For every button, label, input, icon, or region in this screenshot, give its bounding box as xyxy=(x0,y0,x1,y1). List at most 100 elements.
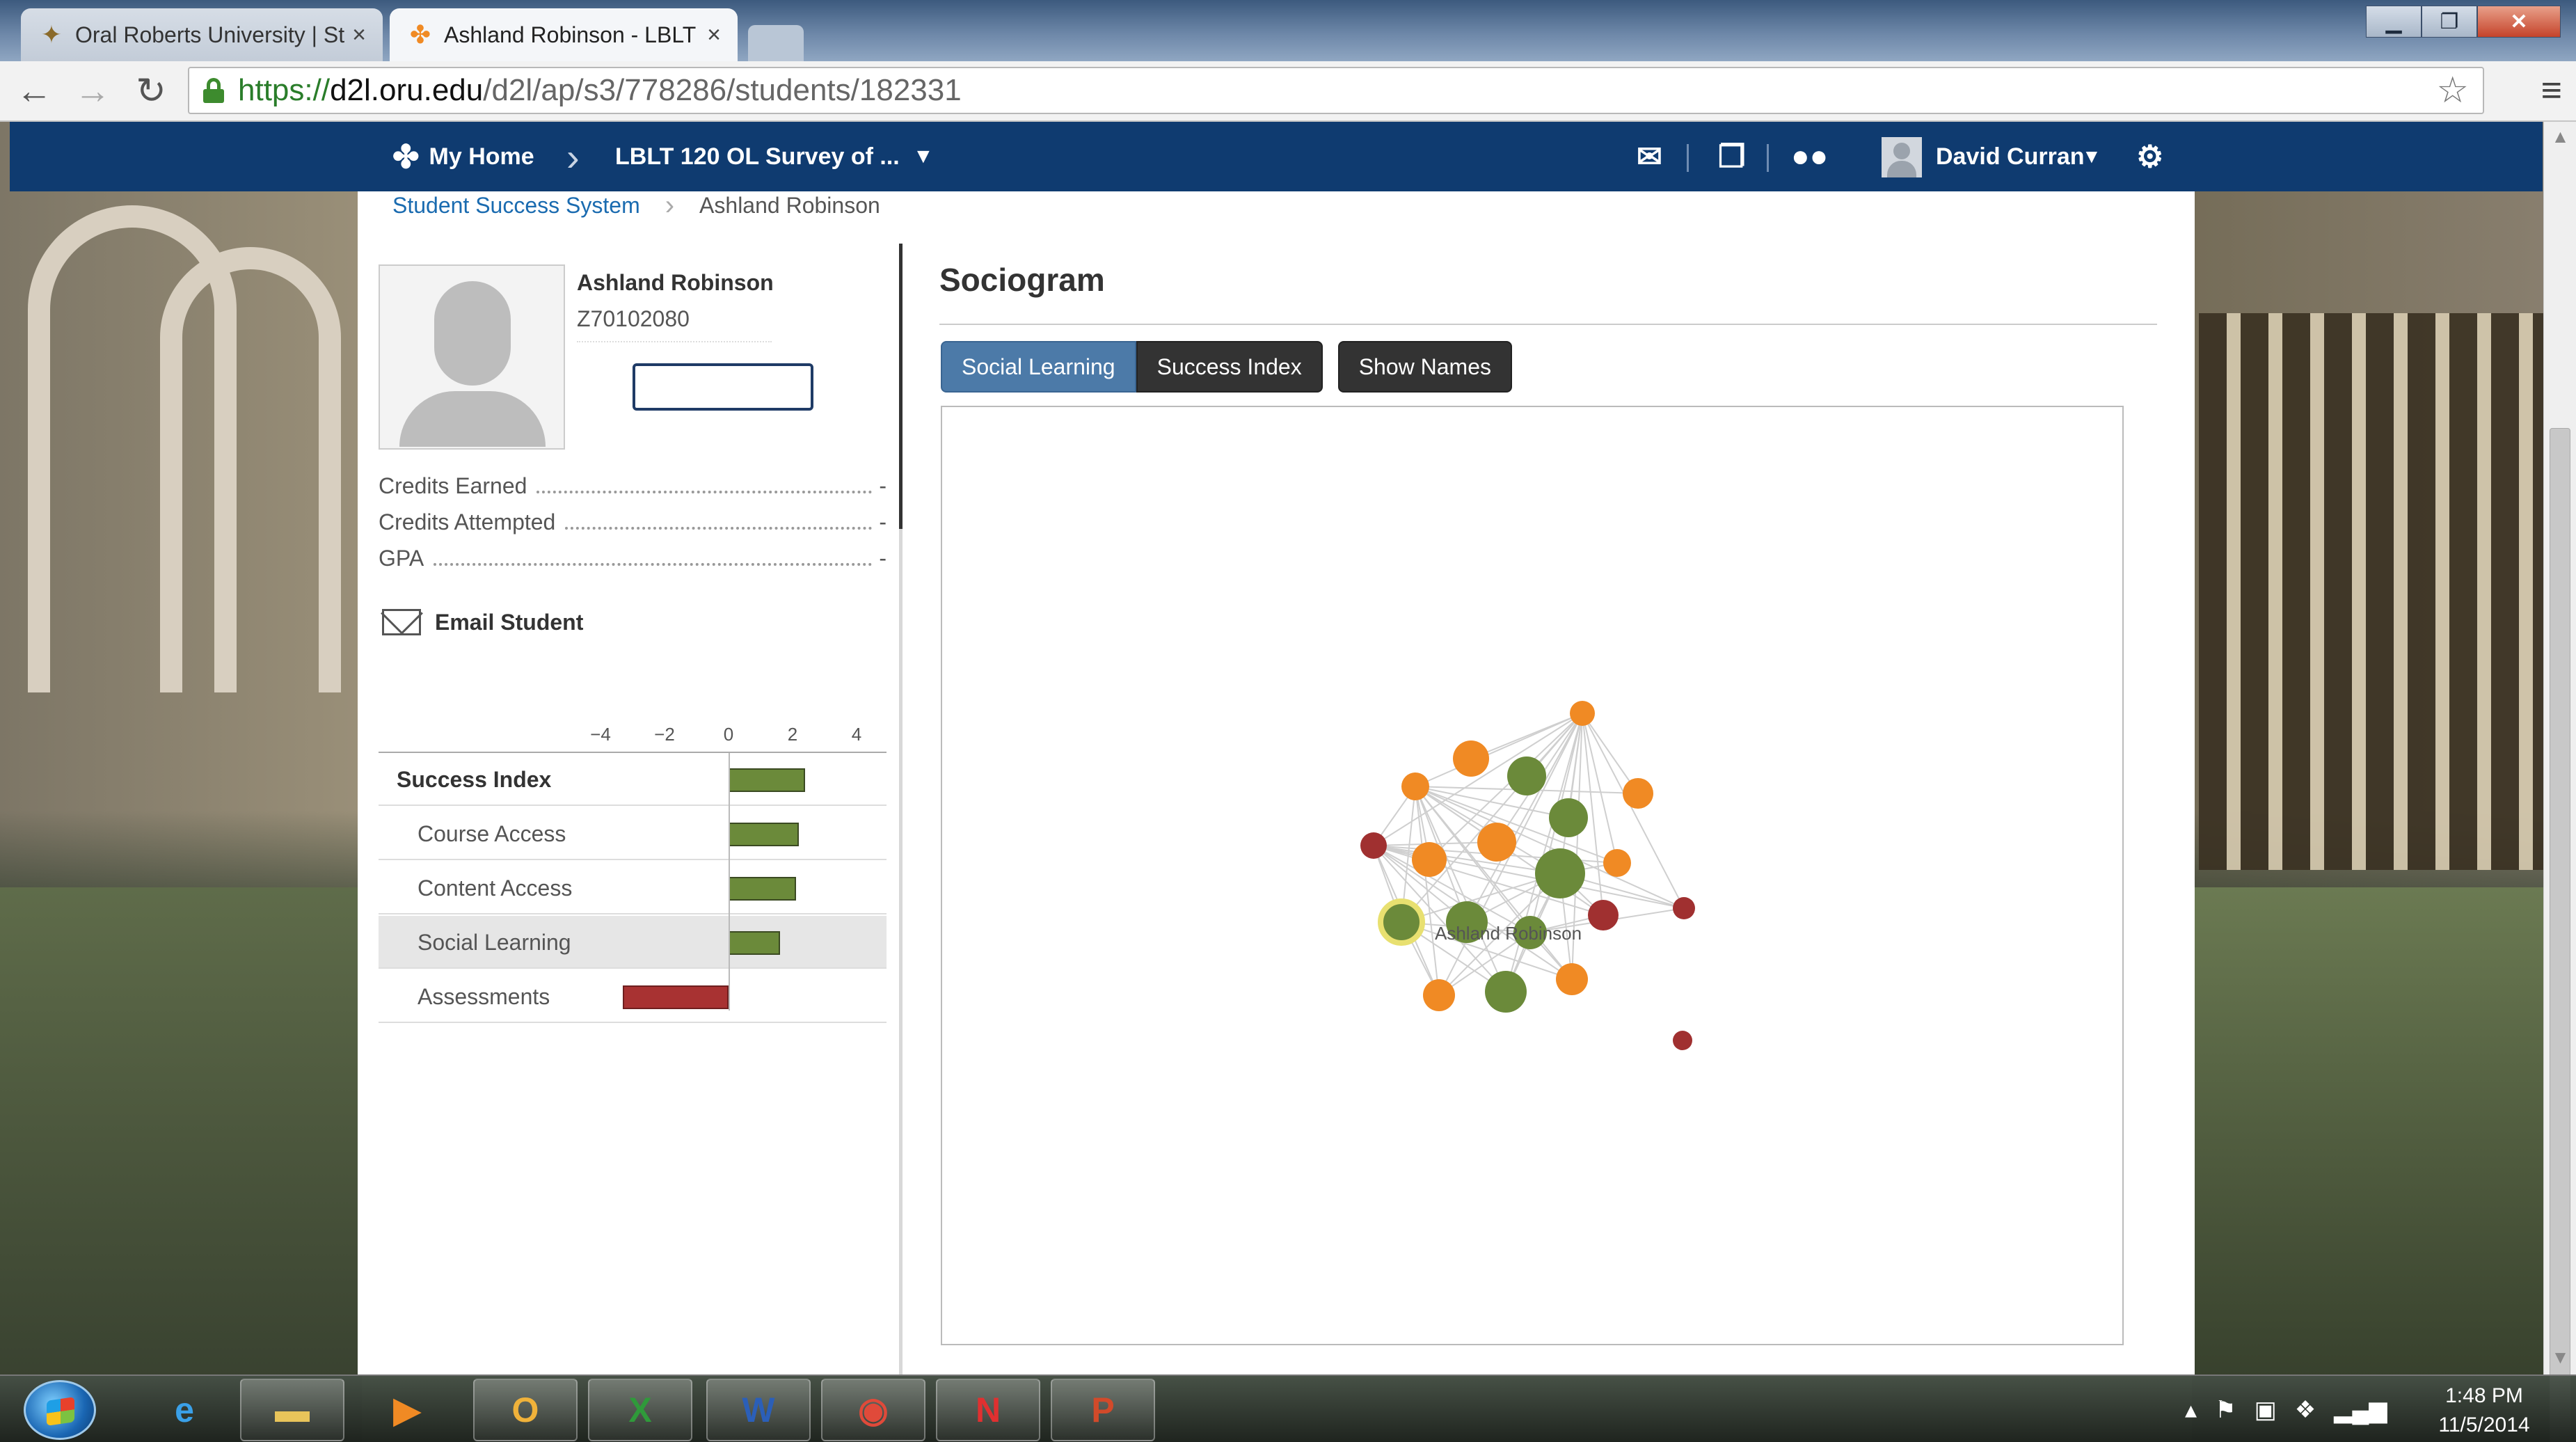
success-index-row[interactable]: Course Access xyxy=(379,807,887,860)
menu-icon[interactable]: ≡ xyxy=(2541,70,2562,111)
tray-expand-icon[interactable]: ▴ xyxy=(2185,1396,2197,1424)
background-arch xyxy=(160,247,341,692)
close-tab-icon[interactable]: × xyxy=(352,22,366,49)
browser-chrome: ✦ Oral Roberts University | St × ✤ Ashla… xyxy=(0,0,2576,122)
system-clock[interactable]: 1:48 PM 11/5/2014 xyxy=(2415,1381,2554,1440)
chevron-down-icon[interactable]: ▼ xyxy=(913,122,934,191)
d2l-navbar: ✤ My Home › LBLT 120 OL Survey of ... ▼ … xyxy=(10,122,2543,191)
page-scrollbar[interactable]: ▲ ▼ xyxy=(2543,122,2576,1442)
home-icon: ✤ xyxy=(392,138,420,175)
sociogram-node[interactable] xyxy=(1535,848,1585,898)
breadcrumb: Student Success System › Ashland Robinso… xyxy=(392,189,880,221)
background-lawn xyxy=(0,887,362,1442)
axis-tick-label: −2 xyxy=(654,724,675,745)
flag-icon[interactable]: ⚑ xyxy=(2215,1396,2236,1424)
scroll-thumb[interactable] xyxy=(2550,428,2570,1442)
avatar[interactable] xyxy=(1882,137,1922,177)
outlook-icon[interactable]: O xyxy=(473,1379,578,1441)
success-index-button[interactable]: Success Index xyxy=(1136,341,1323,393)
ie-icon[interactable]: e xyxy=(132,1379,237,1441)
new-tab-button[interactable] xyxy=(748,25,804,61)
axis-tick-label: 0 xyxy=(723,724,734,745)
reload-icon[interactable]: ↻ xyxy=(127,67,175,116)
chrome-icon[interactable]: ◉ xyxy=(821,1379,925,1441)
alerts-icon[interactable]: ❐ xyxy=(1718,122,1745,191)
breadcrumb-student-success-system[interactable]: Student Success System xyxy=(392,193,640,219)
my-home-label: My Home xyxy=(429,143,534,170)
sociogram-node[interactable] xyxy=(1453,740,1489,777)
user-menu[interactable]: David Curran xyxy=(1936,122,2085,191)
forward-icon[interactable]: → xyxy=(68,67,117,116)
sociogram-node[interactable] xyxy=(1412,842,1447,877)
email-student-link[interactable]: Email Student xyxy=(382,609,583,635)
back-icon[interactable]: ← xyxy=(10,67,58,116)
tab-ashland-robinson[interactable]: ✤ Ashland Robinson - LBLT × xyxy=(390,8,738,61)
stat-credits-earned: Credits Earned - xyxy=(379,473,887,499)
start-icon[interactable] xyxy=(24,1380,96,1440)
zero-line xyxy=(729,753,730,1011)
sociogram-node[interactable] xyxy=(1549,798,1588,837)
sociogram-node[interactable] xyxy=(1507,756,1546,795)
powerpoint-icon[interactable]: P xyxy=(1051,1379,1155,1441)
success-index-row[interactable]: Assessments xyxy=(379,970,887,1023)
success-index-row[interactable]: Success Index xyxy=(379,753,887,806)
axis-tick-label: −4 xyxy=(590,724,611,745)
sociogram-node[interactable] xyxy=(1673,897,1695,919)
dropbox-icon[interactable]: ❖ xyxy=(2295,1396,2316,1424)
success-index-row[interactable]: Social Learning xyxy=(379,916,887,969)
my-home-link[interactable]: ✤ My Home xyxy=(392,122,534,191)
settings-icon[interactable]: ⚙ xyxy=(2136,122,2163,191)
sociogram-node[interactable] xyxy=(1423,979,1455,1011)
news-icon[interactable]: N xyxy=(936,1379,1040,1441)
column-divider xyxy=(899,244,903,529)
excel-icon[interactable]: X xyxy=(588,1379,692,1441)
media-player-icon[interactable]: ▶ xyxy=(355,1379,459,1441)
social-learning-button[interactable]: Social Learning xyxy=(941,341,1136,393)
sociogram-node[interactable] xyxy=(1401,772,1429,800)
chat-icon[interactable]: ●● xyxy=(1791,122,1828,191)
maximize-icon[interactable]: ❐ xyxy=(2422,6,2477,38)
sociogram-node[interactable] xyxy=(1360,832,1387,859)
minimize-icon[interactable]: ▁ xyxy=(2366,6,2422,38)
sociogram-edge xyxy=(1582,713,1685,909)
close-window-icon[interactable]: ✕ xyxy=(2477,6,2561,38)
sociogram-node[interactable] xyxy=(1477,823,1516,862)
sociogram-canvas[interactable]: Ashland Robinson xyxy=(941,406,2124,1345)
explorer-icon[interactable]: ▬ xyxy=(240,1379,344,1441)
tab-title: Oral Roberts University | St xyxy=(75,22,345,47)
sociogram-node[interactable] xyxy=(1570,701,1595,726)
row-label: Social Learning xyxy=(418,929,571,955)
email-student-label: Email Student xyxy=(435,609,584,635)
sociogram-node[interactable] xyxy=(1556,963,1588,995)
word-icon[interactable]: W xyxy=(706,1379,811,1441)
stat-value: - xyxy=(879,546,887,571)
chevron-right-icon: › xyxy=(665,189,675,221)
sociogram-node[interactable] xyxy=(1673,1031,1692,1050)
sociogram-node[interactable] xyxy=(1603,849,1631,877)
show-names-button[interactable]: Show Names xyxy=(1337,341,1512,393)
address-bar[interactable]: https://d2l.oru.edu/d2l/ap/s3/778286/stu… xyxy=(188,67,2484,114)
mail-icon[interactable]: ✉ xyxy=(1637,122,1662,191)
tray-app-icon[interactable]: ▣ xyxy=(2255,1396,2277,1424)
stat-gpa: GPA - xyxy=(379,546,887,571)
success-index-row[interactable]: Content Access xyxy=(379,862,887,914)
sociogram-node[interactable] xyxy=(1485,971,1527,1013)
sociogram-toggle: Social Learning Success Index Show Names xyxy=(941,341,1512,393)
course-selector[interactable]: LBLT 120 OL Survey of ... xyxy=(615,122,900,191)
system-tray: ▴ ⚑ ▣ ❖ ▂▄▆ xyxy=(2185,1376,2387,1442)
chevron-down-icon[interactable]: ▼ xyxy=(2082,122,2101,191)
sociogram-node[interactable] xyxy=(1623,778,1653,809)
focused-element-outline[interactable] xyxy=(633,363,813,411)
signal-icon[interactable]: ▂▄▆ xyxy=(2334,1396,2387,1424)
close-tab-icon[interactable]: × xyxy=(707,22,721,49)
sociogram-node-selected[interactable] xyxy=(1378,898,1425,946)
tab-oral-roberts[interactable]: ✦ Oral Roberts University | St × xyxy=(21,8,383,61)
sociogram-node[interactable] xyxy=(1588,900,1619,930)
scroll-up-icon[interactable]: ▲ xyxy=(2544,126,2576,154)
scroll-down-icon[interactable]: ▼ xyxy=(2544,1347,2576,1374)
stat-value: - xyxy=(879,509,887,534)
star-icon[interactable]: ☆ xyxy=(2436,70,2469,111)
student-profile-panel: Ashland Robinson Z70102080 Credits Earne… xyxy=(358,244,899,1374)
sociogram-node-label: Ashland Robinson xyxy=(1435,923,1582,944)
sociogram-graph[interactable]: Ashland Robinson xyxy=(942,407,2125,1347)
